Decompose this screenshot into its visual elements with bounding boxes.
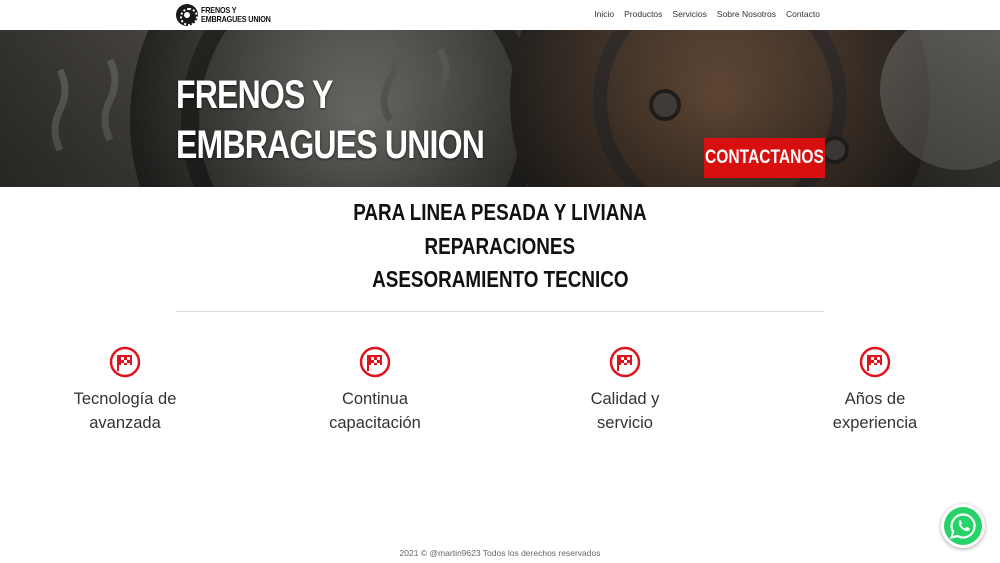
checkered-flag-icon	[859, 346, 891, 378]
whatsapp-icon	[944, 507, 982, 545]
whatsapp-button[interactable]	[941, 504, 985, 548]
contact-cta-button[interactable]: CONTACTANOS	[704, 138, 825, 178]
brake-disc-icon	[176, 4, 198, 26]
clutch-background-image	[0, 30, 1000, 187]
checkered-flag-icon	[609, 346, 641, 378]
contact-cta-label: CONTACTANOS	[705, 147, 824, 168]
checkered-flag-icon	[359, 346, 391, 378]
taglines: PARA LINEA PESADA Y LIVIANA REPARACIONES…	[0, 196, 1000, 297]
nav-inicio[interactable]: Inicio	[594, 9, 614, 19]
tagline-1: PARA LINEA PESADA Y LIVIANA	[353, 199, 647, 225]
feature-label: Años de experiencia	[832, 390, 918, 432]
hero-banner: FRENOS Y EMBRAGUES UNION CONTACTANOS	[0, 30, 1000, 187]
tagline-3: ASESORAMIENTO TECNICO	[371, 266, 629, 292]
feature-label: Calidad y servicio	[590, 390, 660, 432]
logo[interactable]: FRENOS Y EMBRAGUES UNION	[176, 4, 283, 26]
nav-productos[interactable]: Productos	[624, 9, 662, 19]
logo-line2: EMBRAGUES UNION	[201, 14, 271, 24]
nav-servicios[interactable]: Servicios	[672, 9, 706, 19]
section-divider	[176, 311, 824, 312]
site-header: FRENOS Y EMBRAGUES UNION Inicio Producto…	[0, 0, 1000, 30]
feature-label: Tecnología de avanzada	[73, 390, 177, 432]
tagline-2: REPARACIONES	[424, 232, 576, 259]
hero-title: FRENOS Y EMBRAGUES UNION	[176, 70, 485, 170]
main-nav: Inicio Productos Servicios Sobre Nosotro…	[594, 9, 820, 19]
nav-contacto[interactable]: Contacto	[786, 9, 820, 19]
nav-sobre-nosotros[interactable]: Sobre Nosotros	[717, 9, 776, 19]
feature-label: Continua capacitación	[329, 390, 421, 432]
checkered-flag-icon	[109, 346, 141, 378]
feature-training: Continua capacitación	[275, 346, 475, 435]
feature-technology: Tecnología de avanzada	[25, 346, 225, 435]
feature-quality: Calidad y servicio	[525, 346, 725, 435]
hero-title-line2: EMBRAGUES UNION	[176, 123, 485, 167]
logo-text: FRENOS Y EMBRAGUES UNION	[201, 6, 271, 24]
hero-title-line1: FRENOS Y	[176, 73, 333, 117]
feature-experience: Años de experiencia	[775, 346, 975, 435]
footer-copyright: 2021 © @martin9623 Todos los derechos re…	[399, 548, 601, 558]
